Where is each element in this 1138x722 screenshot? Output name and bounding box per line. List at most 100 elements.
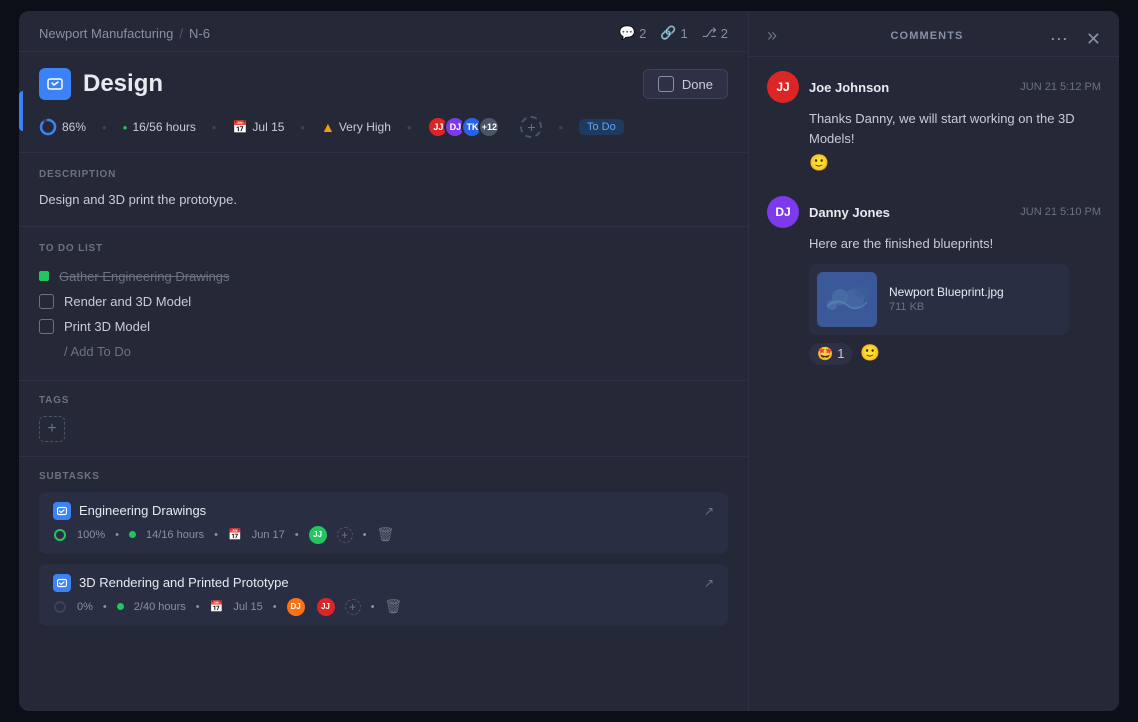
progress-item[interactable]: 86%: [39, 118, 86, 136]
subtask-2-date: Jul 15: [233, 601, 262, 613]
todo-section: TO DO LIST Gather Engineering Drawings R…: [19, 227, 748, 381]
comment-item-1: JJ Joe Johnson JUN 21 5:12 PM Thanks Dan…: [767, 71, 1101, 172]
modal-overlay: Newport Manufacturing / N-6 💬 2 🔗 1 ⎇: [0, 0, 1138, 722]
left-bar-indicator: [19, 91, 23, 131]
close-button[interactable]: ✕: [1082, 25, 1105, 54]
comment-1-header: JJ Joe Johnson JUN 21 5:12 PM: [767, 71, 1101, 103]
branches-action[interactable]: ⎇ 2: [702, 25, 728, 41]
collapse-panel-button[interactable]: »: [767, 25, 777, 46]
dot-sep-5: •: [103, 601, 107, 613]
todo-text-3: Print 3D Model: [64, 319, 150, 334]
add-todo-placeholder: / Add To Do: [64, 344, 131, 359]
title-left: Design: [39, 68, 163, 100]
comments-list: JJ Joe Johnson JUN 21 5:12 PM Thanks Dan…: [749, 57, 1119, 711]
subtask-1-delete[interactable]: 🗑: [376, 526, 394, 543]
comment-2-reaction-1[interactable]: 🤩 1: [809, 343, 852, 365]
breadcrumb-project[interactable]: Newport Manufacturing: [39, 26, 173, 41]
comment-2-attachment: Newport Blueprint.jpg 711 KB: [767, 264, 1101, 335]
comments-action[interactable]: 💬 2: [619, 25, 646, 41]
modal: Newport Manufacturing / N-6 💬 2 🔗 1 ⎇: [19, 11, 1119, 711]
date-item[interactable]: 📅 Jul 15: [232, 120, 284, 134]
subtask-2-avatar-2[interactable]: JJ: [317, 598, 335, 616]
add-assignee-button[interactable]: +: [520, 116, 542, 138]
todo-item-3[interactable]: Print 3D Model: [39, 314, 728, 339]
progress-ring-icon: [39, 118, 57, 136]
comment-1-avatar: JJ: [767, 71, 799, 103]
priority-item[interactable]: ▲ Very High: [321, 119, 391, 135]
subtask-2-dot: [117, 603, 124, 610]
subtask-1-date: Jun 17: [252, 529, 285, 541]
comments-panel-label: COMMENTS: [891, 30, 964, 42]
subtask-2-title[interactable]: 3D Rendering and Printed Prototype: [79, 575, 289, 590]
attachment-thumbnail: [817, 272, 877, 327]
comments-count: 2: [639, 26, 646, 41]
hours-item[interactable]: ● 16/56 hours: [123, 120, 196, 134]
subtask-2-progress-ring: [53, 600, 67, 614]
subtask-2-add-assignee[interactable]: +: [345, 599, 361, 615]
subtask-2-avatar[interactable]: DJ: [287, 598, 305, 616]
done-button[interactable]: Done: [643, 69, 728, 99]
task-title[interactable]: Design: [83, 70, 163, 98]
subtasks-section: SUBTASKS Engineering Drawings: [19, 457, 748, 650]
subtask-2-icon: [53, 574, 71, 592]
modal-controls: ⋯ ✕: [1046, 25, 1105, 54]
dot-sep-3: •: [295, 529, 299, 541]
attachment-size: 711 KB: [889, 301, 1061, 313]
subtask-1-dot: [129, 531, 136, 538]
done-label: Done: [682, 77, 713, 92]
subtask-1-progress: 100%: [77, 529, 105, 541]
subtask-1-header: Engineering Drawings ↗: [53, 502, 714, 520]
right-panel: » COMMENTS JJ Joe Johnson JUN 21 5:12 PM…: [749, 11, 1119, 711]
comment-2-emoji-button[interactable]: 🙂: [860, 346, 880, 362]
task-icon: [39, 68, 71, 100]
todo-text-2: Render and 3D Model: [64, 294, 191, 309]
todo-checkbox-3[interactable]: [39, 319, 54, 334]
add-tag-button[interactable]: +: [39, 416, 65, 442]
subtask-2-external-link[interactable]: ↗: [704, 576, 714, 590]
calendar-icon: 📅: [232, 120, 247, 134]
progress-value: 86%: [62, 120, 86, 134]
comment-2-header: DJ Danny Jones JUN 21 5:10 PM: [767, 196, 1101, 228]
dot-sep-8: •: [371, 601, 375, 613]
subtask-1-icon: [53, 502, 71, 520]
dot-sep-1: •: [115, 529, 119, 541]
subtask-2-hours: 2/40 hours: [134, 601, 186, 613]
links-action[interactable]: 🔗 1: [660, 25, 687, 41]
todo-item-2[interactable]: Render and 3D Model: [39, 289, 728, 314]
breadcrumb-id[interactable]: N-6: [189, 26, 210, 41]
comment-1-emoji-button[interactable]: 🙂: [809, 156, 829, 172]
dot-sep-7: •: [273, 601, 277, 613]
breadcrumb: Newport Manufacturing / N-6: [39, 26, 210, 41]
status-badge[interactable]: To Do: [579, 119, 624, 135]
comment-2-body: Here are the finished blueprints!: [767, 234, 1101, 254]
todo-checkbox-2[interactable]: [39, 294, 54, 309]
subtask-1-title[interactable]: Engineering Drawings: [79, 503, 206, 518]
dot-sep-6: •: [196, 601, 200, 613]
comment-2-time: JUN 21 5:10 PM: [1020, 206, 1101, 218]
links-count: 1: [681, 26, 688, 41]
description-text[interactable]: Design and 3D print the prototype.: [39, 190, 728, 210]
dot-sep-2: •: [214, 529, 218, 541]
subtask-2-delete[interactable]: 🗑: [384, 598, 402, 615]
dot-sep-4: •: [363, 529, 367, 541]
topbar-actions: 💬 2 🔗 1 ⎇ 2: [619, 25, 728, 41]
comment-2-user: DJ Danny Jones: [767, 196, 890, 228]
subtask-1-external-link[interactable]: ↗: [704, 504, 714, 518]
attachment-card[interactable]: Newport Blueprint.jpg 711 KB: [809, 264, 1069, 335]
subtask-item-2: 3D Rendering and Printed Prototype ↗ 0% …: [39, 564, 728, 626]
subtask-1-avatar[interactable]: JJ: [309, 526, 327, 544]
subtasks-label: SUBTASKS: [39, 471, 728, 482]
branches-count: 2: [721, 26, 728, 41]
subtask-1-title-row: Engineering Drawings: [53, 502, 206, 520]
comment-item-2: DJ Danny Jones JUN 21 5:10 PM Here are t…: [767, 196, 1101, 365]
add-todo-button[interactable]: / Add To Do: [39, 339, 728, 364]
avatar-more[interactable]: +12: [478, 116, 500, 138]
comment-1-reactions: 🙂: [767, 156, 1101, 172]
subtask-1-meta: 100% • 14/16 hours • 📅 Jun 17 • JJ + • 🗑: [53, 526, 714, 544]
comment-1-time: JUN 21 5:12 PM: [1020, 81, 1101, 93]
subtask-2-title-row: 3D Rendering and Printed Prototype: [53, 574, 289, 592]
breadcrumb-sep: /: [179, 26, 183, 41]
todo-item-1[interactable]: Gather Engineering Drawings: [39, 264, 728, 289]
subtask-1-add-assignee[interactable]: +: [337, 527, 353, 543]
more-options-button[interactable]: ⋯: [1046, 25, 1072, 54]
